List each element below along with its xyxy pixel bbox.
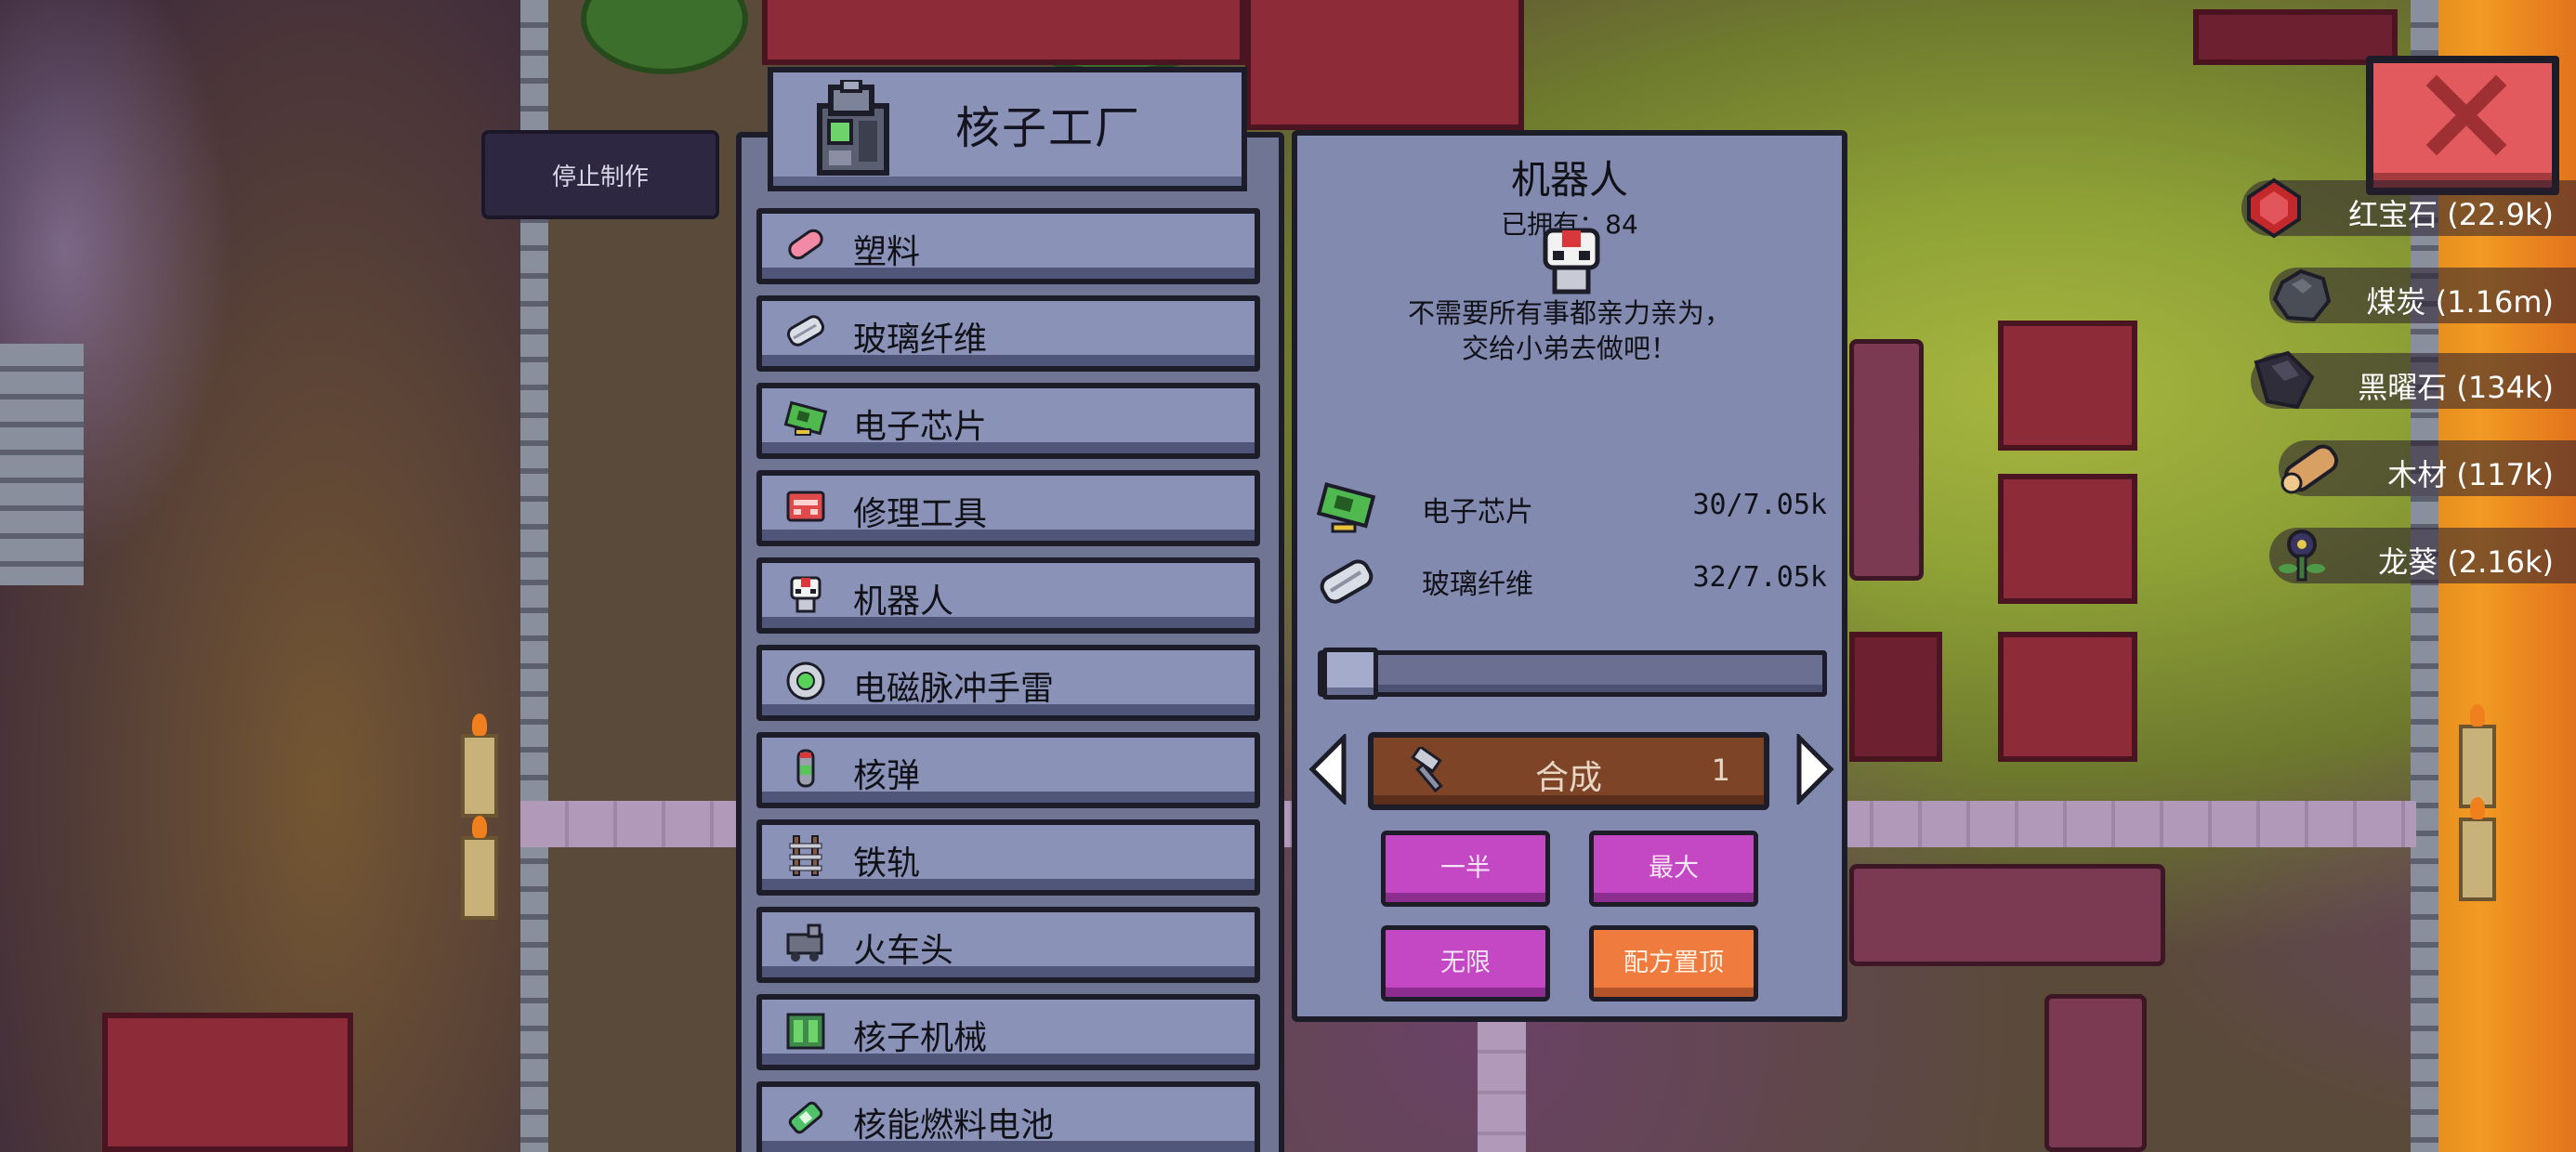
ingredient-row-microchip: 电子芯片 30/7.05k (1314, 476, 1834, 541)
factory-title-plate: 核子工厂 (768, 67, 1247, 191)
recipe-item-rail[interactable]: 铁轨 (756, 819, 1260, 896)
craft-label: 合成 (1534, 759, 1602, 797)
recipe-item-emp-grenade[interactable]: 电磁脉冲手雷 (756, 645, 1260, 721)
locomotive-icon (786, 923, 823, 962)
reactor (2044, 994, 2147, 1152)
infinite-button[interactable]: 无限 (1381, 925, 1550, 1001)
close-button[interactable] (2366, 56, 2559, 195)
market-stall (1998, 474, 2137, 604)
recipe-item-fiberglass[interactable]: 玻璃纤维 (756, 295, 1260, 372)
resource-nightshade: 龙葵 (2.16k) (2269, 528, 2576, 583)
resource-coal: 煤炭 (1.16m) (2269, 268, 2576, 323)
market-stall (1849, 632, 1942, 762)
building-roof (762, 0, 1245, 65)
market-stall (1998, 632, 2137, 762)
game-world (0, 0, 2576, 1152)
recipe-item-plastic[interactable]: 塑料 (756, 208, 1260, 284)
recipe-item-nuclear-machine[interactable]: 核子机械 (756, 994, 1260, 1070)
recipe-label: 玻璃纤维 (853, 321, 988, 359)
resource-label: 木材 (117k) (2387, 457, 2554, 492)
factory-title: 核子工厂 (955, 102, 1142, 154)
recipe-item-repair-tools[interactable]: 修理工具 (756, 470, 1260, 546)
stone-path-vertical (1478, 1013, 1526, 1152)
wood-icon (2280, 444, 2339, 494)
recipe-label: 电子芯片 (853, 408, 988, 446)
ruined-wall (0, 344, 84, 585)
decrease-arrow-icon[interactable] (1307, 734, 1349, 805)
recipe-item-locomotive[interactable]: 火车头 (756, 907, 1260, 983)
recipe-label: 核弹 (853, 757, 921, 795)
furnace (1849, 339, 1924, 581)
recipe-detail-panel: 机器人 已拥有：84 不需要所有事都亲力亲为， 交给小弟去做吧！ 电子芯片 30… (1292, 130, 1847, 1022)
description-line: 不需要所有事都亲力亲为， (1407, 297, 1731, 329)
red-roof-house (102, 1013, 353, 1152)
recipe-label: 塑料 (853, 233, 921, 271)
increase-arrow-icon[interactable] (1794, 734, 1836, 805)
resource-label: 红宝石 (22.9k) (2348, 197, 2554, 232)
recipe-title: 机器人 (1510, 157, 1628, 203)
robot-icon (1543, 228, 1600, 295)
recipe-label: 修理工具 (853, 495, 988, 533)
torch (461, 713, 498, 818)
resource-label: 龙葵 (2.16k) (2378, 544, 2554, 580)
ingredient-amount: 32/7.05k (1692, 561, 1828, 594)
ingredient-name: 玻璃纤维 (1422, 569, 1533, 601)
fuel-cell-icon (788, 1101, 823, 1134)
ingredient-amount: 30/7.05k (1692, 489, 1828, 521)
recipe-label: 机器人 (853, 583, 954, 621)
resource-label: 煤炭 (1.16m) (2366, 284, 2554, 320)
torch (2459, 704, 2496, 808)
emp-grenade-icon (786, 661, 825, 700)
fiberglass-icon (786, 315, 825, 347)
fiberglass-icon (1320, 559, 1373, 604)
resource-ruby: 红宝石 (22.9k) (2241, 177, 2576, 239)
ingredient-row-fiberglass: 玻璃纤维 32/7.05k (1314, 548, 1834, 613)
recipe-label: 铁轨 (853, 844, 921, 883)
repair-tools-icon (786, 491, 825, 522)
torch (2459, 797, 2496, 901)
stop-crafting-button[interactable]: 停止制作 (481, 130, 719, 219)
nuke-icon (796, 749, 815, 788)
recipe-item-robot[interactable]: 机器人 (756, 557, 1260, 634)
nuclear-factory-icon (817, 80, 889, 176)
craft-count: 1 (1711, 753, 1730, 788)
craft-button[interactable]: 合成 1 (1368, 732, 1769, 810)
microchip-icon (783, 400, 828, 436)
nuclear-machine-icon (786, 1013, 825, 1050)
microchip-icon (1316, 482, 1376, 533)
plastic-icon (788, 229, 823, 260)
resource-wood: 木材 (117k) (2279, 440, 2576, 496)
recipe-item-microchip[interactable]: 电子芯片 (756, 383, 1260, 459)
recipe-item-nuke[interactable]: 核弹 (756, 732, 1260, 808)
recipe-item-fuel-cell[interactable]: 核能燃料电池 (756, 1081, 1260, 1152)
market-stall (1998, 321, 2137, 451)
obsidian-icon (2254, 350, 2315, 410)
recipe-label: 火车头 (853, 932, 954, 970)
nightshade-icon (2279, 530, 2325, 582)
machinery-row (1849, 864, 2165, 966)
torch (461, 816, 498, 920)
rail-icon (789, 835, 822, 876)
coal-icon (2272, 268, 2332, 322)
half-button[interactable]: 一半 (1381, 831, 1550, 907)
brick-building (1245, 0, 1524, 130)
resource-label: 黑曜石 (134k) (2358, 370, 2554, 405)
recipe-description: 不需要所有事都亲力亲为， 交给小弟去做吧！ (1297, 295, 1842, 366)
recipe-label: 核子机械 (853, 1019, 988, 1057)
description-line: 交给小弟去做吧！ (1461, 333, 1677, 364)
close-icon (2425, 74, 2507, 156)
pin-recipe-button[interactable]: 配方置顶 (1589, 925, 1758, 1001)
recipe-label: 电磁脉冲手雷 (853, 670, 1055, 708)
slider-handle[interactable] (1322, 648, 1378, 700)
ingredient-name: 电子芯片 (1422, 496, 1533, 529)
resource-obsidian: 黑曜石 (134k) (2251, 350, 2576, 410)
recipe-label: 核能燃料电池 (853, 1106, 1055, 1145)
max-button[interactable]: 最大 (1589, 831, 1758, 907)
ruby-icon (2247, 177, 2301, 239)
robot-icon (790, 576, 821, 613)
quantity-slider[interactable] (1318, 648, 1827, 700)
